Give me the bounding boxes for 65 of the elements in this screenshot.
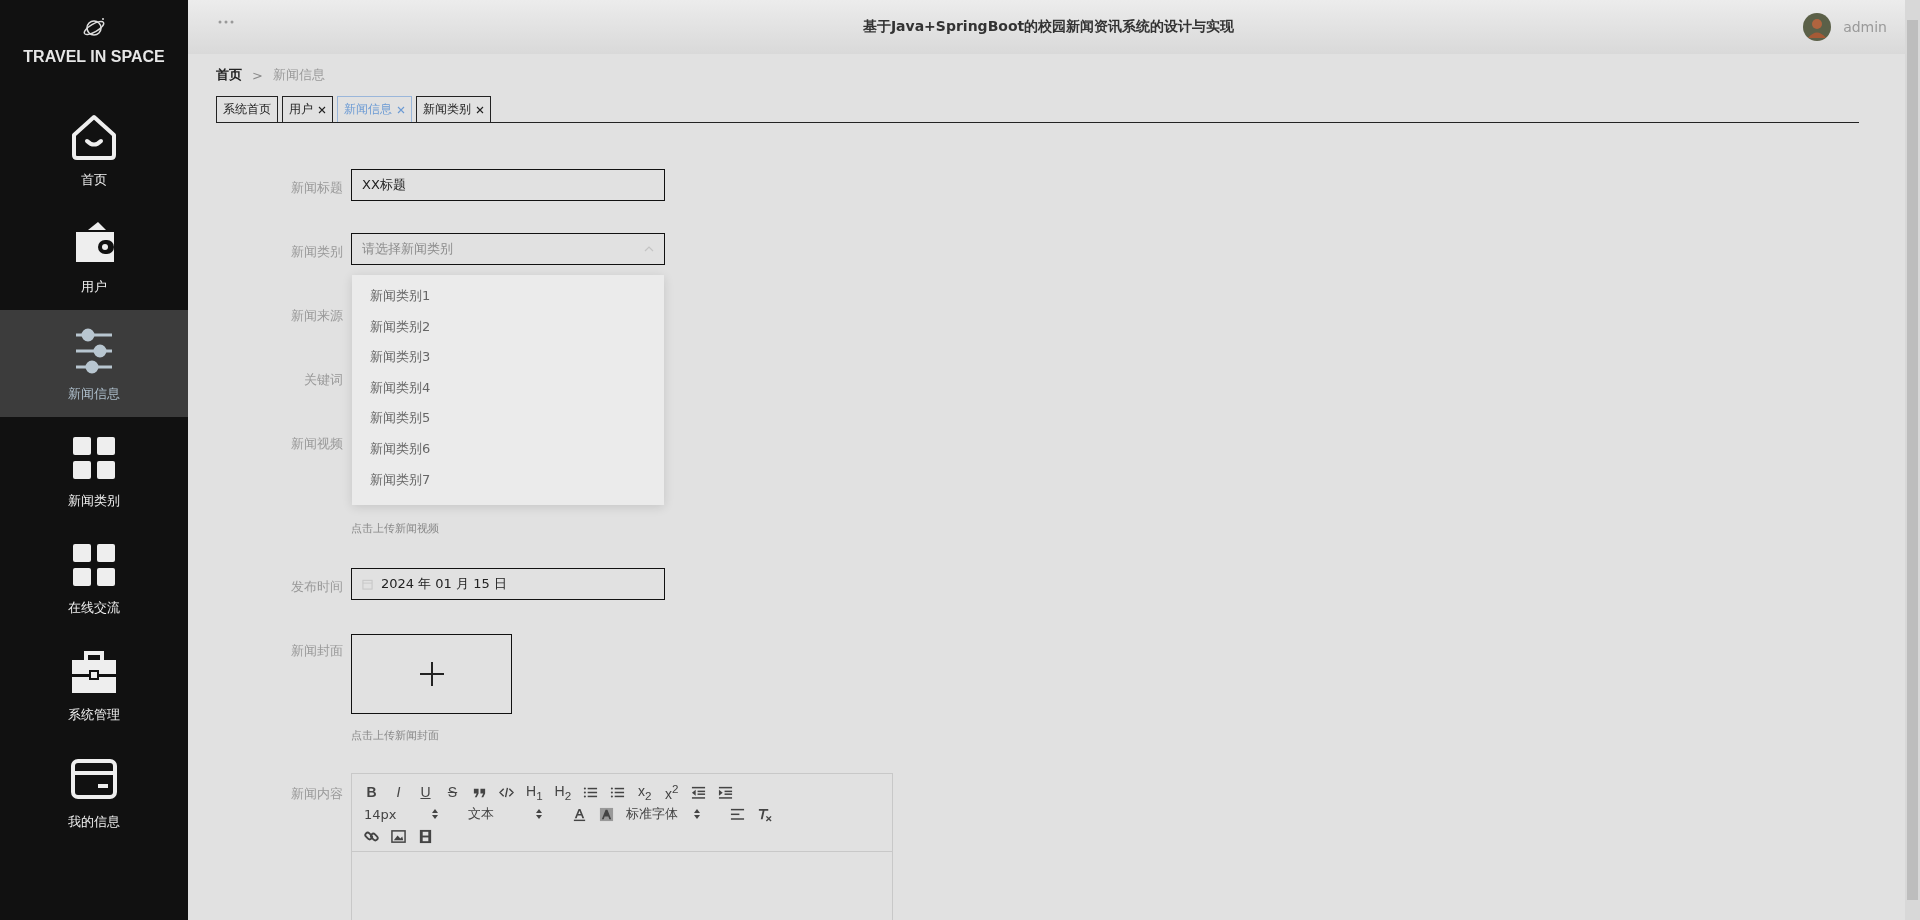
field-label: 新闻内容 — [291, 786, 343, 801]
field-label: 新闻视频 — [291, 436, 343, 451]
image-uploader[interactable] — [351, 634, 512, 714]
dropdown-option[interactable]: 新闻类别5 — [352, 403, 664, 434]
dropdown-option[interactable]: 新闻类别2 — [352, 311, 664, 343]
toolbar-select[interactable]: 14px — [364, 806, 438, 822]
toolbar-button[interactable]: H$_{2}$ — [554, 782, 572, 802]
updown-icon — [536, 809, 542, 819]
breadcrumb-item[interactable]: 首页 — [216, 66, 242, 84]
dropdown-option[interactable]: 新闻类别1 — [352, 281, 664, 312]
sidebar-item[interactable]: 我的信息 — [0, 738, 188, 845]
align-icon[interactable] — [730, 806, 745, 822]
breadcrumb-item: 新闻信息 — [272, 66, 325, 84]
sidebar-item[interactable]: 首页 — [0, 96, 188, 203]
chevron-icon — [644, 246, 654, 252]
sidebar-item[interactable]: 新闻类别 — [0, 417, 188, 524]
logo-text: TRAVEL IN SPACE — [23, 48, 165, 66]
field-label: 新闻标题 — [291, 180, 343, 195]
sidebar-item[interactable]: 在线交流 — [0, 524, 188, 631]
date-input-field[interactable]: 2024 年 01 月 15 日 — [351, 568, 665, 600]
field-label: 新闻封面 — [291, 643, 343, 658]
clear-format-icon[interactable] — [757, 806, 772, 822]
tab[interactable]: 系统首页 — [216, 96, 278, 122]
tab[interactable]: 新闻类别 — [416, 96, 491, 122]
toolbar-button[interactable]: H$_{1}$ — [526, 782, 543, 802]
dropdown-option[interactable]: 新闻类别3 — [352, 342, 664, 373]
sidebar-item[interactable]: 用户 — [0, 203, 188, 310]
plus-icon — [417, 660, 446, 688]
tab[interactable]: 用户 — [282, 96, 333, 122]
field-label: 新闻类别 — [291, 244, 343, 259]
toolbar-button[interactable]: I — [391, 784, 406, 800]
sidebar-item[interactable]: 系统管理 — [0, 631, 188, 738]
field-label: 发布时间 — [291, 579, 343, 594]
background-color-icon[interactable] — [599, 806, 614, 822]
scrollbar[interactable] — [1905, 0, 1920, 920]
avatar-icon[interactable] — [1803, 13, 1832, 41]
field-label: 关键词 — [304, 372, 343, 387]
close-icon[interactable] — [318, 105, 326, 114]
image-icon[interactable] — [391, 828, 406, 844]
text-color-icon[interactable] — [572, 806, 587, 822]
toolbar-button[interactable]: x$_{2}$ — [637, 782, 653, 802]
toolbar-select[interactable]: 文本 — [468, 805, 542, 823]
toolbar-button[interactable]: B — [364, 784, 379, 800]
upload-hint: 点击上传新闻视频 — [351, 521, 440, 536]
toolbar-button[interactable]: U — [418, 784, 433, 800]
app-title: 基于Java+SpringBoot的校园新闻资讯系统的设计与实现 — [861, 18, 1236, 36]
breadcrumb-separator: > — [252, 67, 263, 83]
dropdown-option[interactable]: 新闻类别4 — [352, 372, 664, 404]
updown-icon — [432, 809, 438, 819]
upload-hint: 点击上传新闻封面 — [351, 728, 440, 743]
rich-text-editor[interactable]: B I U S H$_{1}$ H$_{2}$ x$_{2}$ x$^{2}$ 14px 文本 标准字体 — [351, 773, 893, 920]
sidebar-item[interactable]: 新闻信息 — [0, 310, 188, 417]
indent-icon[interactable] — [718, 784, 734, 800]
toolbar-button[interactable]: S — [445, 784, 460, 800]
toolbar-select[interactable]: 标准字体 — [626, 805, 700, 823]
calendar-icon — [362, 578, 373, 590]
field-label: 新闻来源 — [291, 308, 343, 323]
toolbar-button[interactable]: x$^{2}$ — [664, 782, 680, 802]
updown-icon — [694, 809, 700, 819]
title-input-field[interactable]: XX标题 — [351, 169, 665, 201]
dropdown-option[interactable]: 新闻类别7 — [352, 464, 664, 496]
close-icon[interactable] — [476, 105, 484, 114]
outdent-icon[interactable] — [691, 784, 707, 800]
dropdown-option[interactable]: 新闻类别6 — [352, 433, 664, 465]
film-icon[interactable] — [418, 828, 433, 844]
